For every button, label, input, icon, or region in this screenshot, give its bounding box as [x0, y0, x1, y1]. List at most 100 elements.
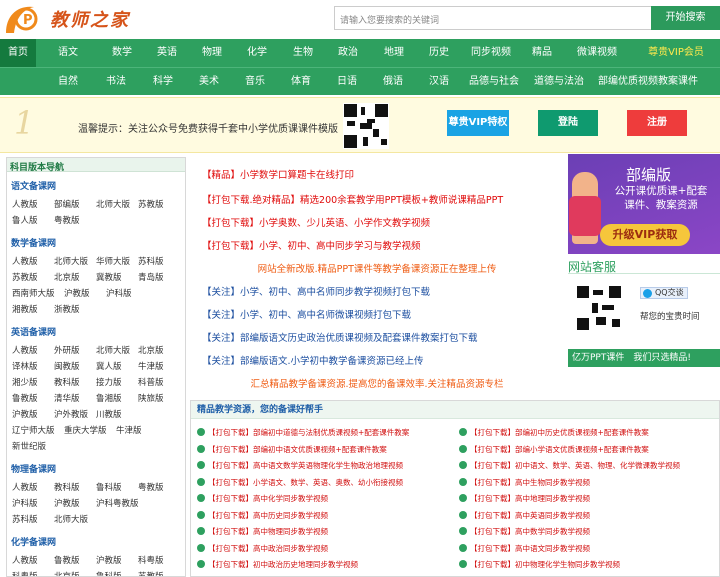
- version-link[interactable]: 闽教版: [51, 359, 93, 375]
- nav-sync-video[interactable]: 同步视频: [460, 39, 522, 67]
- version-link[interactable]: 冀教版: [93, 270, 135, 286]
- nav-russian[interactable]: 俄语: [370, 68, 416, 95]
- nav-math[interactable]: 数学: [100, 39, 144, 67]
- version-link[interactable]: 沪科粤教版: [93, 496, 145, 512]
- version-link[interactable]: 鲁教版: [9, 391, 51, 407]
- resource-link[interactable]: 【打包下载】部编小学语文优质课视频+配套课件教案: [459, 444, 649, 455]
- featured-link[interactable]: 汇总精品教学备课资源.提高您的备课效率.关注精品资源专栏: [190, 376, 564, 390]
- nav-english[interactable]: 英语: [144, 39, 190, 67]
- version-link[interactable]: 科普版: [135, 375, 177, 391]
- nav-calligraphy[interactable]: 书法: [92, 68, 140, 95]
- version-link[interactable]: 译林版: [9, 359, 51, 375]
- version-link[interactable]: 重庆大学版: [61, 423, 113, 439]
- resource-link[interactable]: 【打包下载】高中历史同步教学视频: [197, 510, 328, 521]
- nav-science[interactable]: 科学: [140, 68, 186, 95]
- version-link[interactable]: 华师大版: [93, 254, 135, 270]
- version-link[interactable]: 沪科版: [9, 496, 51, 512]
- version-link[interactable]: 西南师大版: [9, 286, 61, 302]
- version-link[interactable]: 教科版: [51, 375, 93, 391]
- version-link[interactable]: 鲁教版: [51, 553, 93, 569]
- nav-pe[interactable]: 体育: [278, 68, 324, 95]
- resource-link[interactable]: 【打包下载】初中语文、数学、英语、物理、化学微课教学视频: [459, 460, 680, 471]
- resource-link[interactable]: 【打包下载】高中语文数学英语物理化学生物政治地理视频: [197, 460, 403, 471]
- version-link[interactable]: 苏科版: [9, 512, 51, 528]
- resource-link[interactable]: 【打包下载】初中政治历史地理同步教学视频: [197, 559, 358, 570]
- version-link[interactable]: 北京版: [51, 569, 93, 576]
- search-input[interactable]: 请输入您要搜索的关键词: [334, 6, 652, 30]
- resource-link[interactable]: 【打包下载】高中数学同步教学视频: [459, 526, 590, 537]
- nav-morality-society[interactable]: 品德与社会: [462, 68, 526, 95]
- subject-section-title[interactable]: 英语备课网: [11, 325, 183, 338]
- bubian-vip-ad[interactable]: 部编版 公开课优质课+配套 课件、教案资源 升级VIP获取: [568, 154, 720, 254]
- subject-section-title[interactable]: 化学备课网: [11, 535, 183, 548]
- version-link[interactable]: 冀人版: [93, 359, 135, 375]
- nav-geography[interactable]: 地理: [370, 39, 418, 67]
- version-link[interactable]: 沪科版: [103, 286, 145, 302]
- qq-chat-button[interactable]: QQ交谈: [640, 287, 688, 299]
- version-link[interactable]: 苏教版: [9, 270, 51, 286]
- nav-chinese[interactable]: 语文: [36, 39, 100, 67]
- subject-section-title[interactable]: 物理备课网: [11, 462, 183, 475]
- version-link[interactable]: 苏教版: [135, 569, 177, 576]
- version-link[interactable]: 北京版: [135, 343, 177, 359]
- nav-nature[interactable]: 自然: [44, 68, 92, 95]
- nav-biology[interactable]: 生物: [280, 39, 326, 67]
- version-link[interactable]: 北师大版: [51, 512, 93, 528]
- resource-link[interactable]: 【打包下载】高中地理同步教学视频: [459, 493, 590, 504]
- featured-link[interactable]: 【关注】小学、初中、高中名师微课视频打包下载: [202, 307, 576, 321]
- version-link[interactable]: 科粤版: [135, 553, 177, 569]
- version-link[interactable]: 鲁人版: [9, 213, 51, 229]
- version-link[interactable]: 牛津版: [113, 423, 155, 439]
- register-button[interactable]: 注册: [627, 110, 687, 136]
- version-link[interactable]: 湘教版: [9, 302, 51, 318]
- version-link[interactable]: 浙教版: [51, 302, 93, 318]
- version-link[interactable]: 教科版: [51, 480, 93, 496]
- resource-link[interactable]: 【打包下载】小学语文、数学、英语、奥数、幼小衔接视频: [197, 477, 403, 488]
- nav-mandarin[interactable]: 汉语: [416, 68, 462, 95]
- resource-link[interactable]: 【打包下载】部编初中语文优质课视频+配套课件教案: [197, 444, 387, 455]
- featured-link[interactable]: 【关注】部编版语文.小学初中教学备课资源已经上传: [202, 353, 576, 367]
- nav-physics[interactable]: 物理: [190, 39, 234, 67]
- nav-chemistry[interactable]: 化学: [234, 39, 280, 67]
- version-link[interactable]: 人教版: [9, 254, 51, 270]
- nav-music[interactable]: 音乐: [232, 68, 278, 95]
- version-link[interactable]: 清华版: [51, 391, 93, 407]
- version-link[interactable]: 人教版: [9, 197, 51, 213]
- resource-link[interactable]: 【打包下载】高中英语同步教学视频: [459, 510, 590, 521]
- version-link[interactable]: 川教版: [93, 407, 135, 423]
- version-link[interactable]: 人教版: [9, 553, 51, 569]
- version-link[interactable]: 北师大版: [51, 254, 93, 270]
- version-link[interactable]: 沪教版: [51, 496, 93, 512]
- login-button[interactable]: 登陆: [538, 110, 598, 136]
- resource-link[interactable]: 【打包下载】高中语文同步教学视频: [459, 543, 590, 554]
- nav-vip[interactable]: 尊贵VIP会员: [632, 39, 720, 67]
- nav-home[interactable]: 首页: [0, 39, 36, 67]
- nav-history[interactable]: 历史: [418, 39, 460, 67]
- featured-link[interactable]: 【打包下载】小学奥数、少儿英语、小学作文教学视频: [202, 215, 576, 229]
- featured-link[interactable]: 【关注】小学、初中、高中名师同步教学视频打包下载: [202, 284, 576, 298]
- subject-section-title[interactable]: 语文备课网: [11, 179, 183, 192]
- nav-politics[interactable]: 政治: [326, 39, 370, 67]
- resource-link[interactable]: 【打包下载】高中政治同步教学视频: [197, 543, 328, 554]
- resource-link[interactable]: 【打包下载】高中物理同步教学视频: [197, 526, 328, 537]
- nav-micro-video[interactable]: 微课视频: [562, 39, 632, 67]
- version-link[interactable]: 牛津版: [135, 359, 177, 375]
- site-logo[interactable]: P 教师之家: [4, 3, 130, 35]
- version-link[interactable]: 接力版: [93, 375, 135, 391]
- version-link[interactable]: 鲁科版: [93, 569, 135, 576]
- version-link[interactable]: 沪教版: [9, 407, 51, 423]
- featured-link[interactable]: 【打包下载】小学、初中、高中同步学习与教学视频: [202, 238, 576, 252]
- version-link[interactable]: 苏科版: [135, 254, 177, 270]
- version-link[interactable]: 粤教版: [51, 213, 93, 229]
- resource-link[interactable]: 【打包下载】高中化学同步教学视频: [197, 493, 328, 504]
- version-link[interactable]: 沪教版: [93, 553, 135, 569]
- subject-section-title[interactable]: 数学备课网: [11, 236, 183, 249]
- upgrade-vip-button[interactable]: 升级VIP获取: [600, 224, 690, 246]
- version-link[interactable]: 沪外教版: [51, 407, 93, 423]
- version-link[interactable]: 科粤版: [9, 569, 51, 576]
- version-link[interactable]: 辽宁师大版: [9, 423, 61, 439]
- resource-link[interactable]: 【打包下载】部编初中道德与法制优质课视频+配套课件教案: [197, 427, 409, 438]
- version-link[interactable]: 北京版: [51, 270, 93, 286]
- nav-japanese[interactable]: 日语: [324, 68, 370, 95]
- resource-link[interactable]: 【打包下载】高中生物同步教学视频: [459, 477, 590, 488]
